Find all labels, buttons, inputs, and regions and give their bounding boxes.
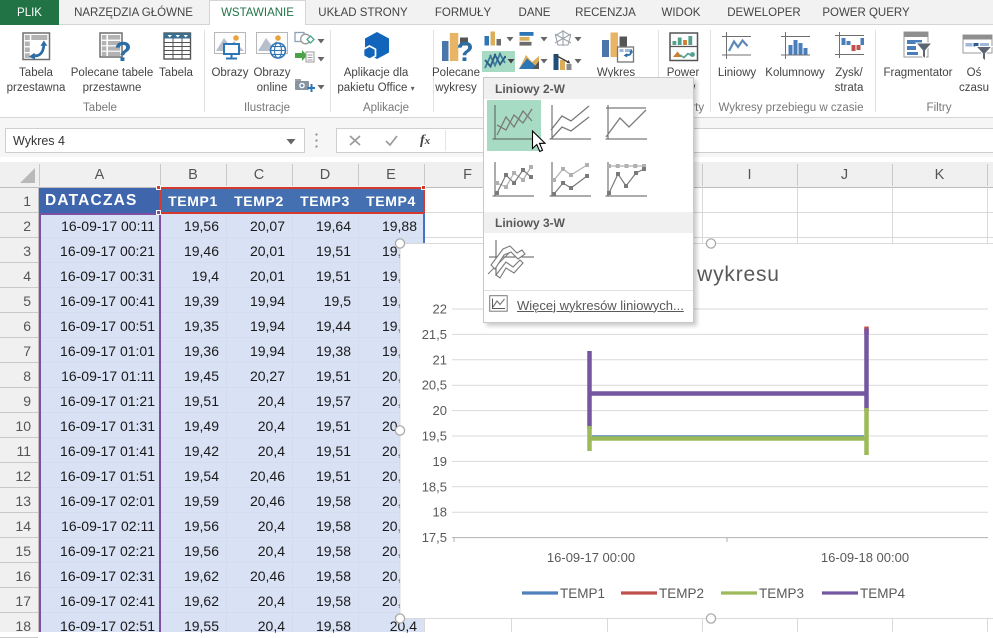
- svg-text:21: 21: [433, 352, 447, 367]
- svg-text:18: 18: [433, 505, 447, 520]
- svg-text:19: 19: [433, 454, 447, 469]
- svg-text:21,5: 21,5: [422, 327, 447, 342]
- svg-text:17,5: 17,5: [422, 530, 447, 545]
- svg-text:TEMP2: TEMP2: [659, 586, 704, 601]
- svg-text:18,5: 18,5: [422, 479, 447, 494]
- svg-text:?: ?: [114, 36, 131, 63]
- svg-text:TEMP3: TEMP3: [759, 586, 804, 601]
- svg-text:16-09-18 00:00: 16-09-18 00:00: [821, 550, 909, 565]
- svg-text:22: 22: [433, 302, 447, 317]
- svg-text:20: 20: [433, 403, 447, 418]
- svg-text:19,5: 19,5: [422, 429, 447, 444]
- svg-text:TEMP1: TEMP1: [560, 586, 605, 601]
- svg-text:?: ?: [456, 36, 473, 63]
- svg-text:20,5: 20,5: [422, 378, 447, 393]
- svg-text:16-09-17 00:00: 16-09-17 00:00: [547, 550, 635, 565]
- svg-text:TEMP4: TEMP4: [860, 586, 906, 601]
